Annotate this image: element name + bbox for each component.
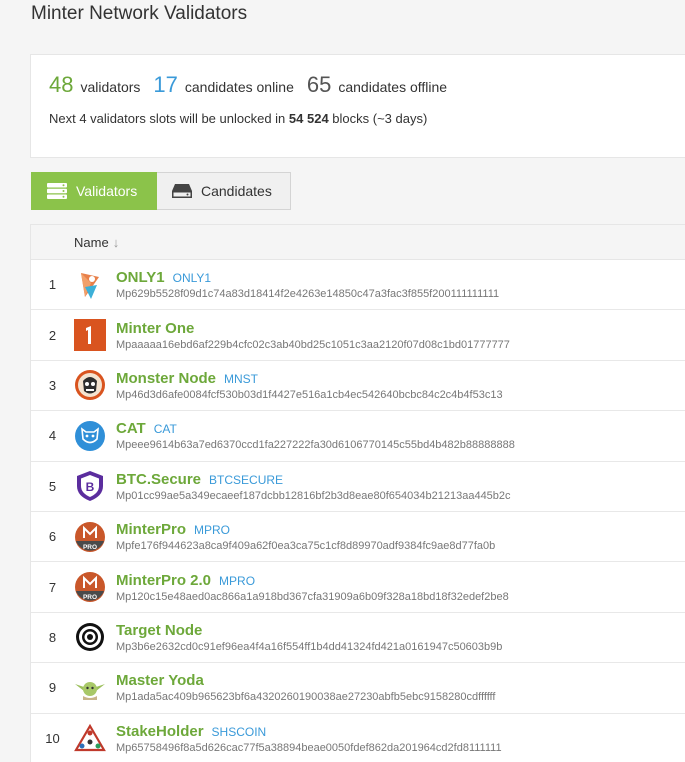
tab-candidates[interactable]: Candidates bbox=[157, 172, 291, 210]
minter-one-logo-icon bbox=[74, 319, 106, 352]
validator-name[interactable]: BTC.Secure bbox=[116, 471, 201, 488]
validator-name[interactable]: Minter One bbox=[116, 320, 194, 337]
tab-validators[interactable]: Validators bbox=[31, 172, 157, 210]
tab-validators-label: Validators bbox=[76, 183, 138, 199]
validator-name[interactable]: StakeHolder bbox=[116, 723, 204, 740]
validator-address: Mp46d3d6afe0084fcf530b03d1f4427e516a1cb4… bbox=[116, 388, 503, 401]
view-tabs: Validators Candidates bbox=[31, 172, 291, 210]
tab-candidates-label: Candidates bbox=[201, 183, 272, 199]
network-summary: 48 validators 17 candidates online 65 ca… bbox=[30, 54, 685, 158]
table-row[interactable]: 5 B BTC.Secure BTCSECURE Mp01cc99ae5a349… bbox=[31, 462, 685, 512]
offline-count: 65 bbox=[306, 72, 332, 97]
validator-address: Mpaaaaa16ebd6af229b4cfc02c3ab40bd25c1051… bbox=[116, 338, 510, 351]
validator-address: Mp120c15e48aed0ac866a1a918bd367cfa31909a… bbox=[116, 590, 509, 603]
validator-ticker[interactable]: SHSCOIN bbox=[212, 725, 267, 739]
row-rank: 10 bbox=[45, 731, 60, 747]
unlock-suffix: blocks (~3 days) bbox=[332, 111, 428, 126]
table-row[interactable]: 8 Target Node Mp3b6e2632cd0c91ef96ea4f4a… bbox=[31, 613, 685, 664]
row-rank: 7 bbox=[48, 579, 57, 595]
svg-text:B: B bbox=[86, 480, 95, 494]
validator-name[interactable]: CAT bbox=[116, 420, 146, 437]
row-rank: 2 bbox=[48, 327, 57, 343]
unlock-notice: Next 4 validators slots will be unlocked… bbox=[49, 111, 427, 126]
validator-address: Mpfe176f944623a8ca9f409a62f0ea3ca75c1cf8… bbox=[116, 540, 496, 553]
online-count: 17 bbox=[153, 72, 178, 97]
page-title: Minter Network Validators bbox=[31, 3, 248, 24]
validator-ticker[interactable]: MNST bbox=[224, 372, 258, 386]
validator-name[interactable]: Target Node bbox=[116, 622, 202, 639]
sort-arrow-icon[interactable]: ↓ bbox=[113, 235, 120, 250]
validator-name[interactable]: Monster Node bbox=[116, 370, 216, 387]
unlock-prefix: Next 4 validators slots will be unlocked… bbox=[49, 111, 286, 126]
online-label: candidates online bbox=[184, 79, 294, 95]
validator-address: Mp1ada5ac409b965623bf6a4320260190038ae27… bbox=[116, 691, 496, 704]
validators-table: Name ↓ 1 ONLY1 ONLY1 Mp629b5528f09d1c74a… bbox=[30, 224, 685, 762]
validators-count: 48 bbox=[49, 72, 74, 97]
monster-node-logo-icon bbox=[74, 369, 106, 401]
table-row[interactable]: 10 StakeHolder SHSCOIN Mp65758496f8a5d62… bbox=[31, 714, 685, 762]
validator-ticker[interactable]: ONLY1 bbox=[173, 271, 211, 285]
validator-ticker[interactable]: CAT bbox=[154, 422, 177, 436]
validator-name[interactable]: Master Yoda bbox=[116, 672, 204, 689]
column-header-name[interactable]: Name bbox=[74, 235, 109, 250]
btc-secure-logo-icon: B bbox=[74, 470, 106, 502]
validator-address: Mp629b5528f09d1c74a83d18414f2e4263e14850… bbox=[116, 288, 500, 301]
table-row[interactable]: 9 Master Yoda Mp1ada5ac409b965623bf6a432… bbox=[31, 663, 685, 714]
table-row[interactable]: 2 Minter One Mpaaaaa16ebd6af229b4cfc02c3… bbox=[31, 310, 685, 361]
row-rank: 6 bbox=[48, 529, 57, 545]
validator-address: Mpeee9614b63a7ed6370ccd1fa227222fa30d610… bbox=[116, 439, 515, 452]
stakeholder-logo-icon bbox=[74, 723, 106, 755]
table-row[interactable]: 4 CAT CAT Mpeee9614b63a7ed6370ccd1fa2272… bbox=[31, 411, 685, 462]
validator-ticker[interactable]: BTCSECURE bbox=[209, 473, 283, 487]
server-icon bbox=[47, 183, 67, 199]
validators-label: validators bbox=[80, 79, 141, 95]
offline-label: candidates offline bbox=[338, 79, 448, 95]
svg-text:PRO: PRO bbox=[83, 544, 97, 551]
unlock-blocks: 54 524 bbox=[288, 111, 329, 126]
svg-text:PRO: PRO bbox=[83, 594, 97, 601]
validator-address: Mp01cc99ae5a349ecaeef187dcbb12816bf2b3d8… bbox=[116, 489, 511, 502]
validator-name[interactable]: MinterPro 2.0 bbox=[116, 572, 211, 589]
validator-ticker[interactable]: MPRO bbox=[194, 523, 230, 537]
table-row[interactable]: 6 PRO MinterPro MPRO Mpfe176f944623a8ca9… bbox=[31, 512, 685, 563]
row-rank: 3 bbox=[48, 377, 57, 393]
row-rank: 1 bbox=[48, 277, 57, 293]
validator-address: Mp3b6e2632cd0c91ef96ea4f4a16f554ff1b4dd4… bbox=[116, 640, 503, 653]
validator-name[interactable]: ONLY1 bbox=[116, 269, 165, 286]
row-rank: 8 bbox=[48, 629, 57, 645]
table-header: Name ↓ bbox=[31, 225, 685, 260]
minterpro-logo-icon: PRO bbox=[74, 571, 106, 603]
row-rank: 9 bbox=[48, 680, 57, 696]
minterpro-logo-icon: PRO bbox=[74, 521, 106, 553]
yoda-logo-icon bbox=[74, 672, 106, 704]
cat-logo-icon bbox=[74, 420, 106, 452]
only1-logo-icon bbox=[74, 269, 106, 301]
validator-ticker[interactable]: MPRO bbox=[219, 574, 255, 588]
validator-name[interactable]: MinterPro bbox=[116, 521, 186, 538]
stats-line: 48 validators 17 candidates online 65 ca… bbox=[49, 72, 460, 98]
table-row[interactable]: 7 PRO MinterPro 2.0 MPRO Mp120c15e48aed0… bbox=[31, 562, 685, 613]
hdd-icon bbox=[172, 184, 192, 198]
validator-address: Mp65758496f8a5d626cac77f5a38894beae0050f… bbox=[116, 742, 502, 755]
table-row[interactable]: 1 ONLY1 ONLY1 Mp629b5528f09d1c74a83d1841… bbox=[31, 260, 685, 311]
target-logo-icon bbox=[74, 621, 106, 653]
row-rank: 4 bbox=[48, 428, 57, 444]
table-row[interactable]: 3 Monster Node MNST Mp46d3d6afe0084fcf53… bbox=[31, 361, 685, 412]
row-rank: 5 bbox=[48, 478, 57, 494]
